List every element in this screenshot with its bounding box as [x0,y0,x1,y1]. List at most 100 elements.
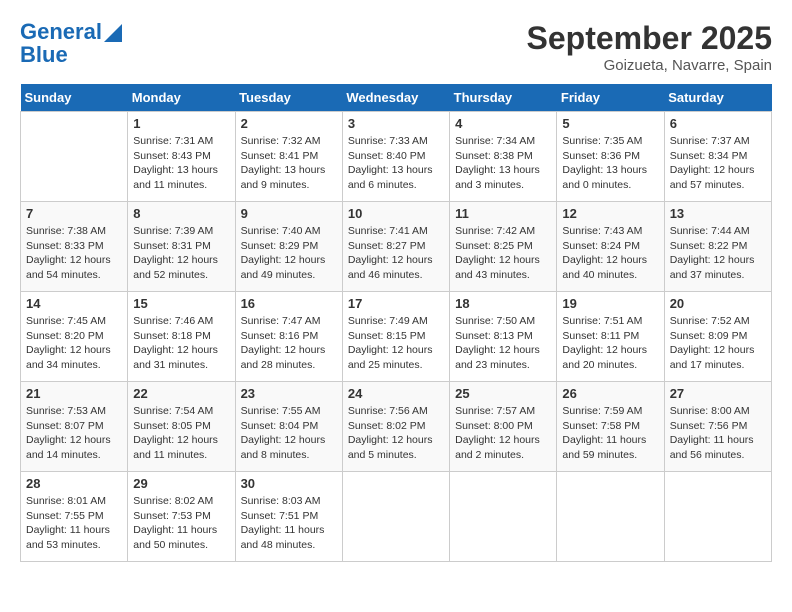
calendar-cell: 21 Sunrise: 7:53 AM Sunset: 8:07 PM Dayli… [21,382,128,472]
calendar-cell: 5 Sunrise: 7:35 AM Sunset: 8:36 PM Daylig… [557,112,664,202]
day-info: Sunrise: 7:59 AM Sunset: 7:58 PM Dayligh… [562,404,658,463]
calendar-cell: 12 Sunrise: 7:43 AM Sunset: 8:24 PM Dayli… [557,202,664,292]
calendar-cell [342,472,449,562]
day-info: Sunrise: 7:46 AM Sunset: 8:18 PM Dayligh… [133,314,229,373]
day-number: 20 [670,296,766,311]
day-info: Sunrise: 7:38 AM Sunset: 8:33 PM Dayligh… [26,224,122,283]
calendar-cell: 24Sunrise: 7:56 AM Sunset: 8:02 PM Dayli… [342,382,449,472]
day-info: Sunrise: 7:35 AM Sunset: 8:36 PM Dayligh… [562,134,658,193]
calendar-cell: 1 Sunrise: 7:31 AM Sunset: 8:43 PM Daylig… [128,112,235,202]
day-number: 16 [241,296,337,311]
day-info: Sunrise: 7:42 AM Sunset: 8:25 PM Dayligh… [455,224,551,283]
calendar-cell: 25 Sunrise: 7:57 AM Sunset: 8:00 PM Dayli… [450,382,557,472]
day-info: Sunrise: 7:44 AM Sunset: 8:22 PM Dayligh… [670,224,766,283]
weekday-header: Saturday [664,84,771,112]
calendar-cell: 13Sunrise: 7:44 AM Sunset: 8:22 PM Dayli… [664,202,771,292]
day-number: 24 [348,386,444,401]
day-info: Sunrise: 7:47 AM Sunset: 8:16 PM Dayligh… [241,314,337,373]
day-number: 5 [562,116,658,131]
calendar-cell: 2Sunrise: 7:32 AM Sunset: 8:41 PM Daylig… [235,112,342,202]
day-number: 23 [241,386,337,401]
day-number: 2 [241,116,337,131]
day-number: 1 [133,116,229,131]
day-info: Sunrise: 7:51 AM Sunset: 8:11 PM Dayligh… [562,314,658,373]
day-number: 6 [670,116,766,131]
day-info: Sunrise: 7:34 AM Sunset: 8:38 PM Dayligh… [455,134,551,193]
calendar-cell: 29 Sunrise: 8:02 AM Sunset: 7:53 PM Dayli… [128,472,235,562]
day-info: Sunrise: 7:45 AM Sunset: 8:20 PM Dayligh… [26,314,122,373]
day-info: Sunrise: 7:50 AM Sunset: 8:13 PM Dayligh… [455,314,551,373]
calendar-cell [557,472,664,562]
calendar-cell: 19 Sunrise: 7:51 AM Sunset: 8:11 PM Dayli… [557,292,664,382]
weekday-header: Wednesday [342,84,449,112]
day-number: 27 [670,386,766,401]
weekday-header: Friday [557,84,664,112]
calendar-cell: 16 Sunrise: 7:47 AM Sunset: 8:16 PM Dayli… [235,292,342,382]
day-number: 7 [26,206,122,221]
title-block: September 2025 Goizueta, Navarre, Spain [527,20,772,74]
month-title: September 2025 [527,20,772,57]
day-number: 3 [348,116,444,131]
calendar-cell: 18 Sunrise: 7:50 AM Sunset: 8:13 PM Dayli… [450,292,557,382]
calendar-cell: 30Sunrise: 8:03 AM Sunset: 7:51 PM Dayli… [235,472,342,562]
day-info: Sunrise: 7:53 AM Sunset: 8:07 PM Dayligh… [26,404,122,463]
day-number: 22 [133,386,229,401]
day-number: 11 [455,206,551,221]
day-number: 9 [241,206,337,221]
day-number: 18 [455,296,551,311]
logo-text: General [20,20,102,44]
day-info: Sunrise: 7:31 AM Sunset: 8:43 PM Dayligh… [133,134,229,193]
weekday-header: Sunday [21,84,128,112]
calendar-cell: 6 Sunrise: 7:37 AM Sunset: 8:34 PM Daylig… [664,112,771,202]
day-number: 21 [26,386,122,401]
day-number: 4 [455,116,551,131]
day-info: Sunrise: 7:40 AM Sunset: 8:29 PM Dayligh… [241,224,337,283]
calendar-cell: 27 Sunrise: 8:00 AM Sunset: 7:56 PM Dayli… [664,382,771,472]
day-info: Sunrise: 7:54 AM Sunset: 8:05 PM Dayligh… [133,404,229,463]
day-info: Sunrise: 7:57 AM Sunset: 8:00 PM Dayligh… [455,404,551,463]
calendar-cell: 26 Sunrise: 7:59 AM Sunset: 7:58 PM Dayli… [557,382,664,472]
day-number: 25 [455,386,551,401]
calendar-cell: 3Sunrise: 7:33 AM Sunset: 8:40 PM Daylig… [342,112,449,202]
day-info: Sunrise: 8:02 AM Sunset: 7:53 PM Dayligh… [133,494,229,553]
calendar-week-row: 1 Sunrise: 7:31 AM Sunset: 8:43 PM Daylig… [21,112,772,202]
day-number: 12 [562,206,658,221]
calendar-cell: 14 Sunrise: 7:45 AM Sunset: 8:20 PM Dayli… [21,292,128,382]
day-number: 28 [26,476,122,491]
calendar-table: SundayMondayTuesdayWednesdayThursdayFrid… [20,84,772,562]
day-number: 17 [348,296,444,311]
calendar-cell [450,472,557,562]
logo-blue: Blue [20,44,122,66]
calendar-cell: 9 Sunrise: 7:40 AM Sunset: 8:29 PM Daylig… [235,202,342,292]
day-number: 29 [133,476,229,491]
day-info: Sunrise: 7:49 AM Sunset: 8:15 PM Dayligh… [348,314,444,373]
calendar-cell: 28 Sunrise: 8:01 AM Sunset: 7:55 PM Dayli… [21,472,128,562]
day-info: Sunrise: 7:41 AM Sunset: 8:27 PM Dayligh… [348,224,444,283]
day-info: Sunrise: 8:01 AM Sunset: 7:55 PM Dayligh… [26,494,122,553]
day-info: Sunrise: 7:55 AM Sunset: 8:04 PM Dayligh… [241,404,337,463]
calendar-header-row: SundayMondayTuesdayWednesdayThursdayFrid… [21,84,772,112]
calendar-cell: 23 Sunrise: 7:55 AM Sunset: 8:04 PM Dayli… [235,382,342,472]
calendar-cell: 11 Sunrise: 7:42 AM Sunset: 8:25 PM Dayli… [450,202,557,292]
day-info: Sunrise: 7:52 AM Sunset: 8:09 PM Dayligh… [670,314,766,373]
day-number: 19 [562,296,658,311]
day-info: Sunrise: 7:37 AM Sunset: 8:34 PM Dayligh… [670,134,766,193]
calendar-cell: 15 Sunrise: 7:46 AM Sunset: 8:18 PM Dayli… [128,292,235,382]
day-info: Sunrise: 7:39 AM Sunset: 8:31 PM Dayligh… [133,224,229,283]
day-number: 26 [562,386,658,401]
page-header: General Blue September 2025 Goizueta, Na… [20,20,772,74]
day-number: 8 [133,206,229,221]
day-info: Sunrise: 8:00 AM Sunset: 7:56 PM Dayligh… [670,404,766,463]
calendar-week-row: 7 Sunrise: 7:38 AM Sunset: 8:33 PM Daylig… [21,202,772,292]
calendar-body: 1 Sunrise: 7:31 AM Sunset: 8:43 PM Daylig… [21,112,772,562]
day-info: Sunrise: 7:43 AM Sunset: 8:24 PM Dayligh… [562,224,658,283]
logo-icon [104,24,122,42]
calendar-week-row: 28 Sunrise: 8:01 AM Sunset: 7:55 PM Dayli… [21,472,772,562]
calendar-cell: 22 Sunrise: 7:54 AM Sunset: 8:05 PM Dayli… [128,382,235,472]
calendar-cell: 10 Sunrise: 7:41 AM Sunset: 8:27 PM Dayli… [342,202,449,292]
day-number: 15 [133,296,229,311]
calendar-cell: 17 Sunrise: 7:49 AM Sunset: 8:15 PM Dayli… [342,292,449,382]
day-number: 14 [26,296,122,311]
day-number: 10 [348,206,444,221]
day-info: Sunrise: 8:03 AM Sunset: 7:51 PM Dayligh… [241,494,337,553]
